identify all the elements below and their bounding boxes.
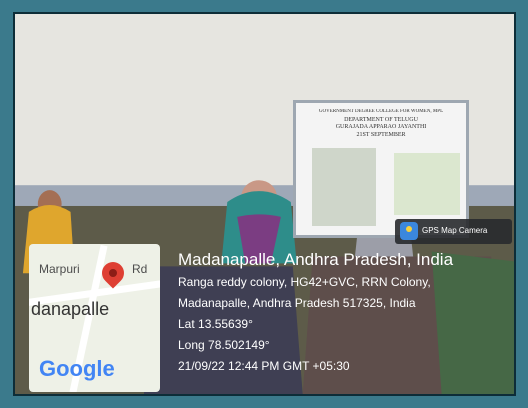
- location-overlay: Madanapalle, Andhra Pradesh, India Ranga…: [178, 250, 514, 377]
- gps-badge-label: GPS Map Camera: [422, 226, 488, 235]
- gps-map-camera-badge: GPS Map Camera: [395, 219, 512, 244]
- screen-department: DEPARTMENT OF TELUGU: [344, 117, 418, 123]
- portrait-image: [312, 148, 376, 226]
- map-road-label-right: Rd: [132, 262, 148, 276]
- map-city-label: danapalle: [31, 299, 110, 319]
- location-address-line-1: Ranga reddy colony, HG42+GVC, RRN Colony…: [178, 275, 431, 289]
- timestamp-text: 21/09/22 12:44 PM GMT +05:30: [178, 359, 350, 373]
- location-title: Madanapalle, Andhra Pradesh, India: [178, 250, 454, 269]
- photo-canvas: GOVERNMENT DEGREE COLLEGE FOR WOMEN, MPL…: [13, 12, 516, 396]
- latitude-text: Lat 13.55639°: [178, 317, 253, 331]
- map-thumbnail: Marpuri Rd danapalle Google: [29, 244, 160, 392]
- projector-screen: GOVERNMENT DEGREE COLLEGE FOR WOMEN, MPL…: [293, 100, 469, 238]
- screen-college-name: GOVERNMENT DEGREE COLLEGE FOR WOMEN, MPL: [318, 109, 444, 114]
- map-road-label-left: Marpuri: [39, 262, 80, 276]
- location-address-line-2: Madanapalle, Andhra Pradesh 517325, Indi…: [178, 296, 416, 310]
- google-logo: Google: [39, 356, 115, 381]
- screen-text-block: [394, 153, 460, 215]
- screen-date: 21ST SEPTEMBER: [356, 132, 406, 138]
- longitude-text: Long 78.502149°: [178, 338, 270, 352]
- gps-map-camera-icon: [400, 222, 418, 240]
- screen-event-title: GURAJADA APPARAO JAYANTHI: [335, 124, 427, 130]
